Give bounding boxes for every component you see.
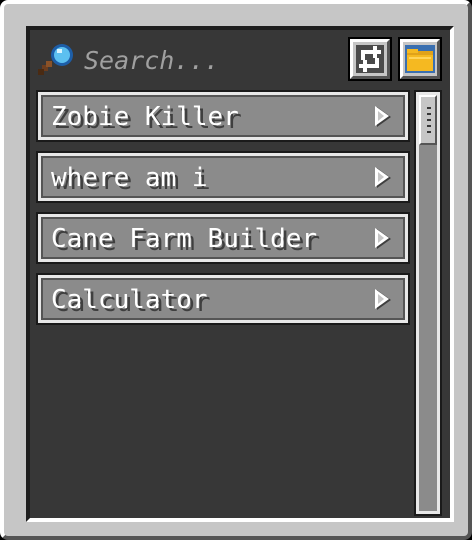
play-icon[interactable] — [375, 167, 393, 189]
script-browser-window: Zobie Killer where am i Cane Farm Builde… — [0, 0, 472, 540]
grip-line — [427, 125, 431, 127]
script-label: Calculator — [51, 285, 208, 315]
grip-line — [427, 113, 431, 115]
play-icon[interactable] — [375, 289, 393, 311]
script-label: Cane Farm Builder — [51, 224, 318, 254]
open-folder-button[interactable] — [400, 39, 440, 79]
scrollbar-track[interactable] — [416, 92, 440, 514]
refresh-button[interactable] — [350, 39, 390, 79]
refresh-icon — [356, 45, 384, 73]
magnifying-glass-icon — [38, 44, 73, 75]
script-label: Zobie Killer — [51, 102, 239, 132]
list-item[interactable]: Zobie Killer — [38, 92, 408, 140]
list-item[interactable]: Calculator — [38, 275, 408, 323]
script-list-panel: Zobie Killer where am i Cane Farm Builde… — [26, 26, 454, 522]
script-list: Zobie Killer where am i Cane Farm Builde… — [38, 92, 408, 336]
play-icon[interactable] — [375, 106, 393, 128]
folder-icon — [405, 45, 435, 73]
list-item[interactable]: Cane Farm Builder — [38, 214, 408, 262]
grip-line — [427, 119, 431, 121]
grip-line — [427, 131, 431, 133]
play-icon[interactable] — [375, 228, 393, 250]
search-input[interactable] — [84, 45, 324, 75]
search-bar[interactable] — [38, 40, 338, 80]
script-label: where am i — [51, 163, 208, 193]
scrollbar-thumb[interactable] — [419, 95, 437, 145]
grip-line — [427, 107, 431, 109]
list-item[interactable]: where am i — [38, 153, 408, 201]
